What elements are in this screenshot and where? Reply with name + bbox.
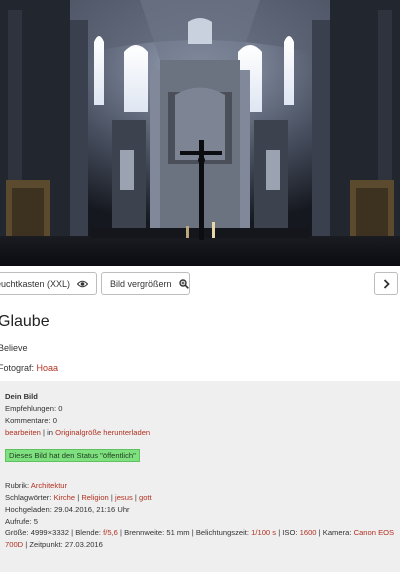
- exposure-label: Belichtungszeit:: [195, 528, 250, 537]
- photographer-label: Fotograf:: [0, 363, 35, 373]
- tag-link[interactable]: gott: [139, 493, 152, 502]
- iso-label: ISO:: [282, 528, 298, 537]
- exif-separator: |: [71, 528, 74, 537]
- exif-line: Größe: 4999×3332 | Blende: f/5,6 | Brenn…: [5, 527, 395, 551]
- tag-link[interactable]: Religion: [81, 493, 108, 502]
- church-photo-illustration: [0, 0, 400, 266]
- actions-separator: |: [43, 428, 45, 437]
- category-label: Rubrik:: [5, 481, 30, 490]
- views-value: 5: [33, 517, 38, 526]
- comments-line: Kommentare: 0: [5, 416, 57, 425]
- details-heading: Dein Bild: [5, 392, 38, 401]
- exif-separator: |: [120, 528, 123, 537]
- image-subtitle: Believe: [0, 343, 28, 353]
- enlarge-image-button[interactable]: Bild vergrößern: [101, 272, 190, 295]
- tags-line: Schlagwörter: Kirche | Religion | jesus …: [5, 493, 152, 502]
- tags-separator: |: [110, 493, 113, 502]
- recommendations-label: Empfehlungen:: [5, 404, 57, 413]
- actions-line: bearbeiten | in Originalgröße herunterla…: [5, 428, 150, 437]
- category-line: Rubrik: Architektur: [5, 481, 67, 490]
- exif-separator: |: [278, 528, 281, 537]
- recommendations-line: Empfehlungen: 0: [5, 404, 62, 413]
- iso-link[interactable]: 1600: [300, 528, 317, 537]
- timestamp-label: Zeitpunkt:: [29, 540, 63, 549]
- tags-label: Schlagwörter:: [5, 493, 52, 502]
- aperture-label: Blende:: [75, 528, 101, 537]
- views-line: Aufrufe: 5: [5, 517, 38, 526]
- magnifier-plus-icon: [178, 278, 189, 289]
- uploaded-label: Hochgeladen:: [5, 505, 52, 514]
- comments-value: 0: [52, 416, 57, 425]
- focal-value: 51 mm: [166, 528, 190, 537]
- tags-separator: |: [77, 493, 80, 502]
- enlarge-button-label: Bild vergrößern: [110, 278, 172, 289]
- uploaded-line: Hochgeladen: 29.04.2016, 21:16 Uhr: [5, 505, 130, 514]
- next-image-button[interactable]: [374, 272, 398, 295]
- exif-separator: |: [191, 528, 194, 537]
- uploaded-value: 29.04.2016, 21:16 Uhr: [54, 505, 130, 514]
- timestamp-value: 27.03.2016: [64, 540, 103, 549]
- lightbox-xxl-button[interactable]: Leuchtkasten (XXL): [0, 272, 97, 295]
- tag-link[interactable]: jesus: [115, 493, 133, 502]
- edit-link[interactable]: bearbeiten: [5, 428, 41, 437]
- image-title: Glaube: [0, 313, 50, 330]
- views-label: Aufrufe:: [5, 517, 32, 526]
- camera-label: Kamera:: [322, 528, 352, 537]
- photographer-line: Fotograf: Hoaa: [0, 363, 58, 373]
- recommendations-value: 0: [58, 404, 63, 413]
- lightbox-button-label: Leuchtkasten (XXL): [0, 278, 70, 289]
- category-link[interactable]: Architektur: [31, 481, 67, 490]
- exif-separator: |: [25, 540, 28, 549]
- exif-separator: |: [318, 528, 321, 537]
- chevron-right-icon: [383, 278, 390, 289]
- status-badge: Dieses Bild hat den Status "öffentlich": [5, 449, 140, 462]
- aperture-link[interactable]: f/5,6: [103, 528, 118, 537]
- photo-church-interior[interactable]: [0, 0, 400, 266]
- exposure-link[interactable]: 1/100 s: [251, 528, 276, 537]
- download-original-link[interactable]: Originalgröße herunterladen: [55, 428, 150, 437]
- comments-label: Kommentare:: [5, 416, 51, 425]
- download-prefix: in: [47, 428, 54, 437]
- eye-icon: [77, 280, 88, 287]
- tags-separator: |: [134, 493, 137, 502]
- tag-link[interactable]: Kirche: [54, 493, 76, 502]
- size-value: 4999×3332: [30, 528, 69, 537]
- photographer-link[interactable]: Hoaa: [37, 363, 59, 373]
- size-label: Größe:: [5, 528, 29, 537]
- focal-label: Brennweite:: [124, 528, 165, 537]
